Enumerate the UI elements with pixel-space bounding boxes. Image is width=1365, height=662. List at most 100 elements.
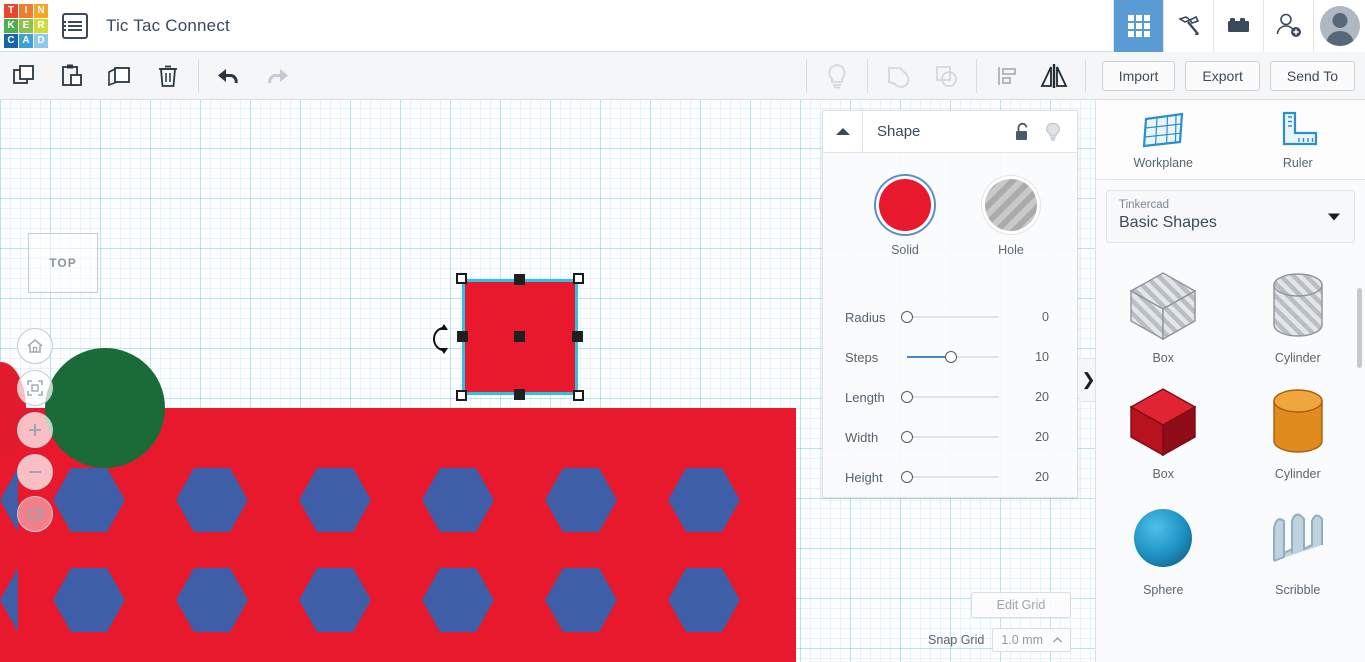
logo-tile: N bbox=[34, 3, 48, 18]
lightbulb-icon[interactable] bbox=[813, 52, 861, 100]
resize-handle-bottom[interactable] bbox=[514, 389, 525, 400]
slider-track-width[interactable] bbox=[901, 431, 999, 443]
shape-sliders: Radius 0 Steps 10 Length 20 Width 20 Height 20 bbox=[845, 297, 1077, 497]
slider-track-steps[interactable] bbox=[907, 351, 999, 363]
unlock-icon[interactable] bbox=[1014, 122, 1031, 142]
paste-icon[interactable] bbox=[48, 52, 96, 100]
material-hole-option[interactable]: Hole bbox=[983, 179, 1039, 257]
resize-handle-top[interactable] bbox=[514, 274, 525, 285]
selected-red-box[interactable] bbox=[456, 273, 584, 401]
export-button[interactable]: Export bbox=[1185, 60, 1260, 91]
shape-library-item[interactable]: Cylinder bbox=[1231, 375, 1365, 481]
redo-icon[interactable] bbox=[253, 52, 301, 100]
hole-swatch[interactable] bbox=[985, 179, 1037, 231]
slider-label: Steps bbox=[845, 349, 879, 365]
slider-track-radius[interactable] bbox=[901, 311, 999, 323]
solid-swatch[interactable] bbox=[879, 179, 931, 231]
import-button[interactable]: Import bbox=[1101, 60, 1176, 91]
material-options: Solid Hole bbox=[877, 153, 1077, 257]
resize-handle-tl[interactable] bbox=[456, 273, 467, 284]
zoom-out-icon[interactable] bbox=[17, 454, 53, 490]
shape-library-item[interactable]: Sphere bbox=[1096, 491, 1231, 597]
fit-to-view-icon[interactable] bbox=[17, 370, 53, 406]
hexagon-piece[interactable] bbox=[176, 468, 248, 532]
hexagon-piece[interactable] bbox=[545, 468, 617, 532]
hexagon-piece[interactable] bbox=[299, 468, 371, 532]
shape-library-item[interactable]: Cylinder bbox=[1231, 259, 1365, 365]
logo-tile: K bbox=[4, 18, 18, 33]
shape-library-item-label: Box bbox=[1152, 467, 1175, 481]
height-handle-center[interactable] bbox=[514, 331, 525, 342]
hexagon-piece[interactable] bbox=[176, 568, 248, 632]
slider-knob-radius[interactable] bbox=[901, 311, 913, 323]
avatar[interactable] bbox=[1313, 0, 1365, 52]
slider-value-radius[interactable]: 0 bbox=[1042, 310, 1067, 324]
lightbulb-icon[interactable] bbox=[1045, 122, 1061, 142]
resize-handle-tr[interactable] bbox=[573, 273, 584, 284]
slider-knob-height[interactable] bbox=[901, 471, 913, 483]
material-solid-option[interactable]: Solid bbox=[877, 179, 933, 257]
shape-library-item-label: Sphere bbox=[1143, 583, 1184, 597]
lego-brick-icon[interactable] bbox=[1213, 0, 1263, 52]
grid-controls: Edit Grid Snap Grid 1.0 mm bbox=[875, 592, 1081, 652]
collapse-panel-icon[interactable] bbox=[823, 110, 863, 153]
slider-knob-length[interactable] bbox=[901, 391, 913, 403]
rotate-handle-icon[interactable] bbox=[430, 322, 452, 354]
sidebar-item-workplane[interactable]: Workplane bbox=[1113, 109, 1213, 170]
zoom-in-icon[interactable] bbox=[17, 412, 53, 448]
hexagon-piece[interactable] bbox=[422, 468, 494, 532]
library-select[interactable]: Tinkercad Basic Shapes bbox=[1106, 190, 1355, 243]
undo-icon[interactable] bbox=[205, 52, 253, 100]
shape-library-item[interactable]: Scribble bbox=[1231, 491, 1365, 597]
view-cube[interactable]: TOP bbox=[28, 233, 98, 293]
send-to-button[interactable]: Send To bbox=[1269, 60, 1355, 91]
slider-knob-steps[interactable] bbox=[945, 351, 958, 363]
slider-track-height[interactable] bbox=[901, 471, 999, 483]
resize-handle-bl[interactable] bbox=[456, 390, 467, 401]
tinkercad-logo[interactable]: TIN KER CAD bbox=[4, 3, 48, 48]
material-label: Hole bbox=[998, 243, 1024, 257]
align-icon[interactable] bbox=[983, 52, 1031, 100]
shape-library-item[interactable]: Box bbox=[1096, 375, 1231, 481]
sidebar-item-ruler[interactable]: Ruler bbox=[1248, 109, 1348, 170]
resize-handle-br[interactable] bbox=[573, 390, 584, 401]
mirror-icon[interactable] bbox=[1031, 52, 1079, 100]
grid-icon[interactable] bbox=[1113, 0, 1163, 52]
group-icon[interactable] bbox=[874, 52, 922, 100]
sidebar-scrollbar[interactable] bbox=[1357, 288, 1362, 368]
hexagon-piece[interactable] bbox=[299, 568, 371, 632]
slider-knob-width[interactable] bbox=[901, 431, 913, 443]
edit-grid-button[interactable]: Edit Grid bbox=[971, 592, 1071, 618]
hexagon-piece[interactable] bbox=[422, 568, 494, 632]
shape-library-item-label: Scribble bbox=[1275, 583, 1321, 597]
home-view-icon[interactable] bbox=[17, 328, 53, 364]
logo-tile: T bbox=[4, 3, 18, 18]
slider-track-length[interactable] bbox=[901, 391, 999, 403]
ungroup-icon[interactable] bbox=[922, 52, 970, 100]
add-user-icon[interactable] bbox=[1263, 0, 1313, 52]
shape-library-item[interactable]: Box bbox=[1096, 259, 1231, 365]
slider-value-width[interactable]: 20 bbox=[1035, 430, 1067, 444]
document-list-icon[interactable] bbox=[62, 12, 88, 39]
snap-grid-select[interactable]: 1.0 mm bbox=[992, 628, 1071, 652]
slider-value-steps[interactable]: 10 bbox=[1035, 350, 1067, 364]
hexagon-piece[interactable] bbox=[545, 568, 617, 632]
hole-cylinder-icon bbox=[1231, 267, 1365, 345]
pickaxe-icon[interactable] bbox=[1163, 0, 1213, 52]
slider-value-length[interactable]: 20 bbox=[1035, 390, 1067, 404]
hexagon-piece[interactable] bbox=[668, 568, 740, 632]
logo-tile: A bbox=[19, 33, 33, 48]
hexagon-piece[interactable] bbox=[668, 468, 740, 532]
resize-handle-right[interactable] bbox=[572, 331, 583, 342]
hexagon-piece[interactable] bbox=[53, 568, 125, 632]
delete-icon[interactable] bbox=[144, 52, 192, 100]
green-circle[interactable] bbox=[45, 348, 165, 468]
workplane-toggle-icon[interactable] bbox=[17, 496, 53, 532]
scribble-icon bbox=[1231, 499, 1365, 577]
resize-handle-left[interactable] bbox=[457, 331, 468, 342]
copy-icon[interactable] bbox=[0, 52, 48, 100]
library-selector-wrap: Tinkercad Basic Shapes bbox=[1096, 180, 1365, 251]
duplicate-icon[interactable] bbox=[96, 52, 144, 100]
hexagon-piece[interactable] bbox=[53, 468, 125, 532]
slider-value-height[interactable]: 20 bbox=[1035, 470, 1067, 484]
